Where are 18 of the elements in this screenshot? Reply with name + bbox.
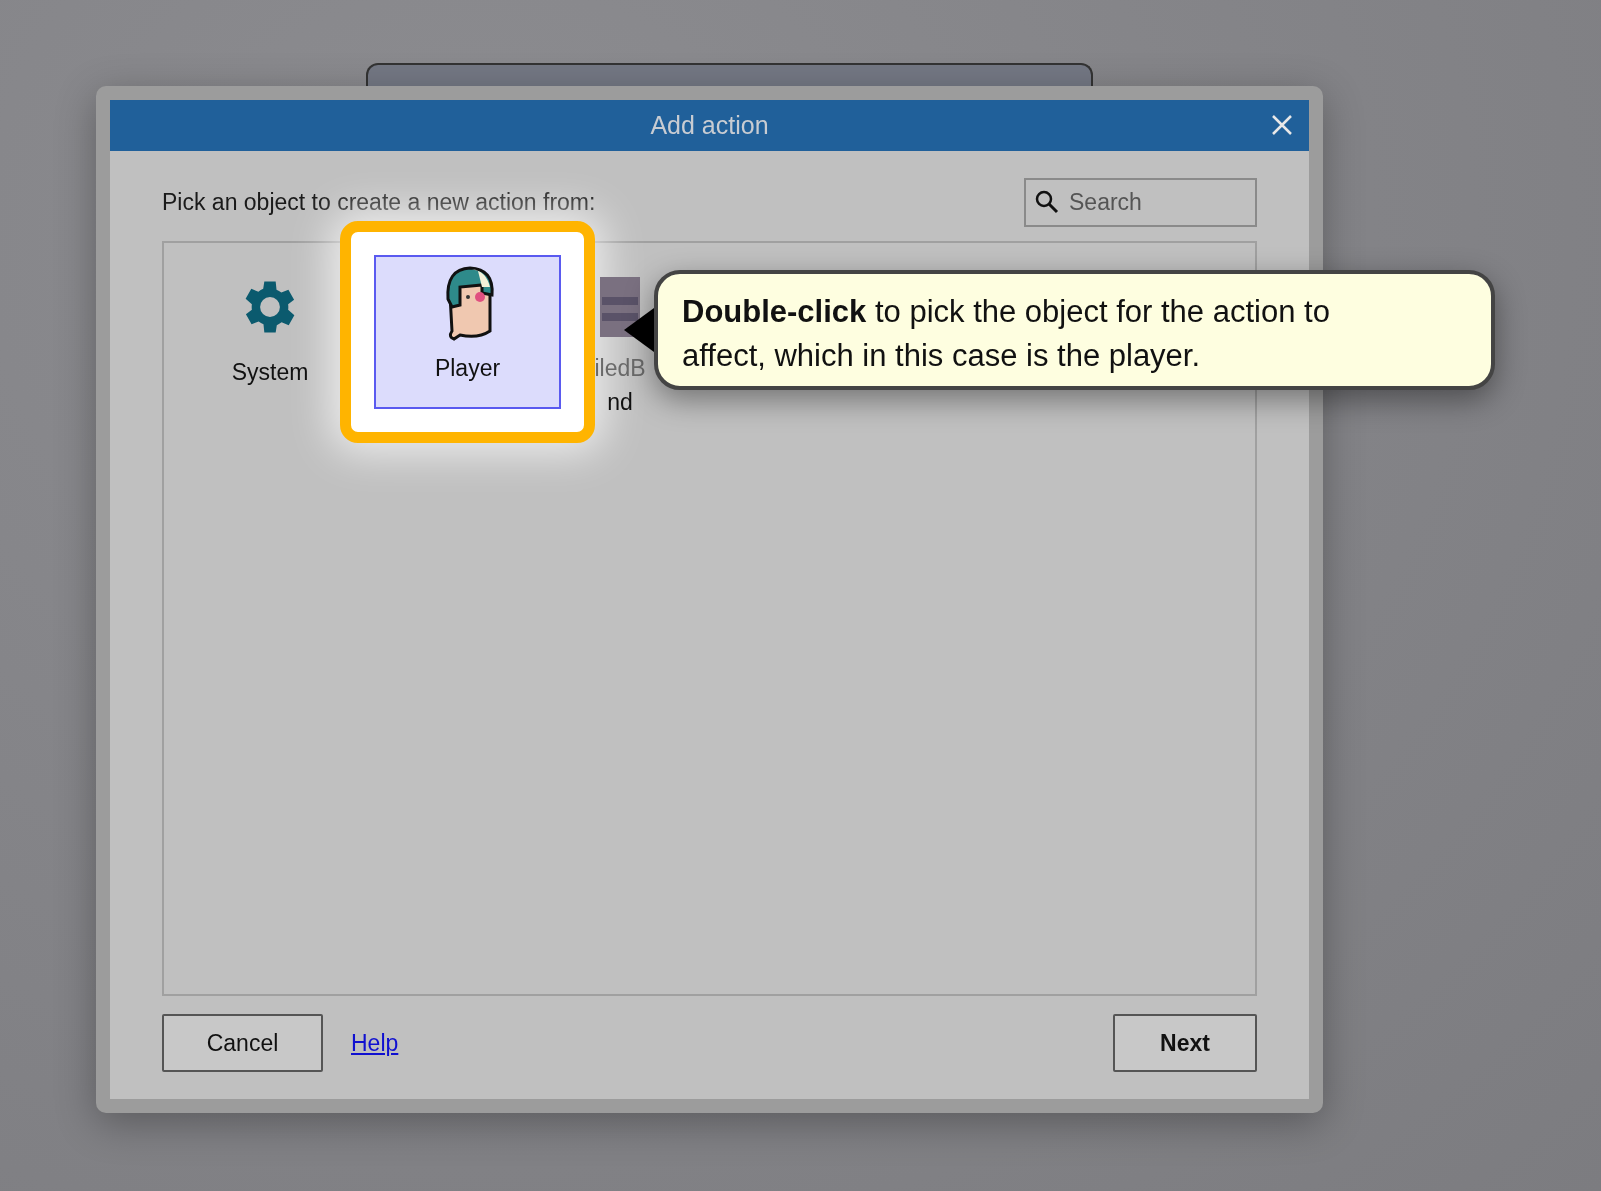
search-field[interactable]: Search [1024,177,1257,227]
label-line: System [231,358,309,387]
label-line: nd [607,388,633,417]
label-line: iledB [594,354,646,383]
object-item[interactable]: iledB nd [575,255,665,419]
tile-thumbnail-icon [600,277,640,337]
object-item[interactable]: Player [374,255,561,409]
close-icon[interactable] [1271,114,1293,136]
instruction-text: Pick an object to create a new action from: [162,188,596,216]
window-title: Add action [650,111,769,140]
search-icon [1035,189,1059,214]
help-link[interactable]: Help [351,1029,399,1057]
label-line: Player [434,354,501,383]
object-item[interactable]: System [210,255,330,389]
callout-text: Double-click to pick the object for the action to affect, which in this case is the player. [682,293,1331,375]
cancel-button[interactable]: Cancel [162,1014,323,1072]
pointer-icon [624,308,654,352]
next-button[interactable]: Next [1113,1014,1257,1072]
